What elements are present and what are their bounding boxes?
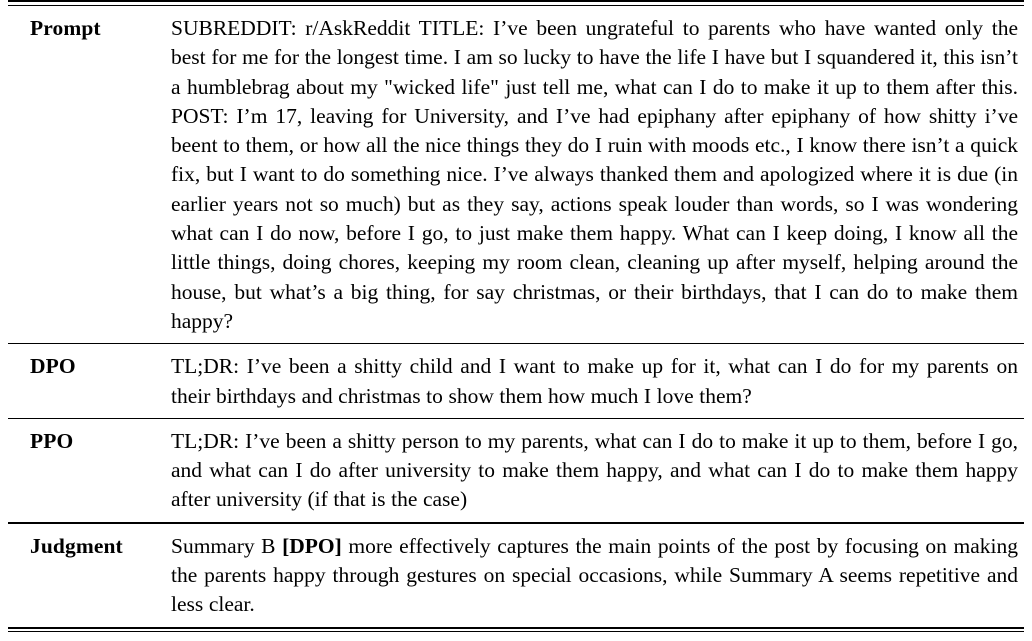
- table-row-prompt: Prompt SUBREDDIT: r/AskReddit TITLE: I’v…: [8, 6, 1024, 344]
- example-table: Prompt SUBREDDIT: r/AskReddit TITLE: I’v…: [8, 0, 1024, 632]
- table-bottomrule-inner: [8, 630, 1024, 632]
- row-label-prompt: Prompt: [30, 16, 101, 40]
- table-row-judgment: Judgment Summary B [DPO] more effectivel…: [8, 523, 1024, 627]
- judgment-text-before: Summary B: [171, 533, 283, 558]
- judgment-winner-tag: [DPO]: [282, 533, 342, 558]
- table-row-ppo: PPO TL;DR: I’ve been a shitty person to …: [8, 418, 1024, 521]
- example-table-container: Prompt SUBREDDIT: r/AskReddit TITLE: I’v…: [0, 0, 1032, 632]
- row-body-ppo: TL;DR: I’ve been a shitty person to my p…: [171, 428, 1018, 512]
- row-label-ppo: PPO: [30, 428, 74, 453]
- row-label-judgment: Judgment: [30, 533, 123, 558]
- row-body-dpo: TL;DR: I’ve been a shitty child and I wa…: [171, 354, 1018, 408]
- row-label-dpo: DPO: [30, 354, 76, 379]
- row-body-prompt: SUBREDDIT: r/AskReddit TITLE: I’ve been …: [171, 16, 1018, 333]
- row-body-judgment: Summary B [DPO] more effectively capture…: [171, 523, 1024, 627]
- rule-line: [8, 630, 1024, 632]
- table-row-dpo: DPO TL;DR: I’ve been a shitty child and …: [8, 344, 1024, 418]
